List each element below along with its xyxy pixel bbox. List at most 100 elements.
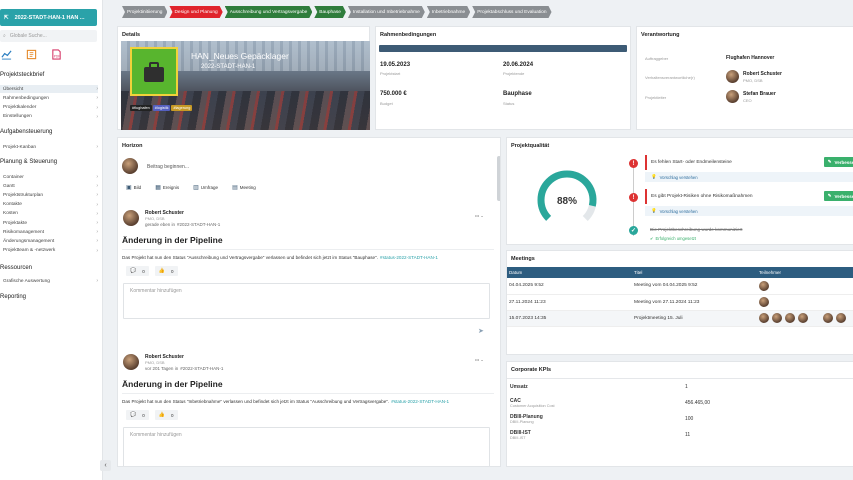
sidebar-item[interactable]: Kosten › xyxy=(0,210,98,218)
kpi-sub: DBIII-Planung xyxy=(510,420,534,424)
project-switcher-button[interactable]: ⇱ 2022-STADT-HAN-1 HAN ... xyxy=(0,9,97,26)
comment-count: 0 xyxy=(142,268,145,274)
sidebar-item[interactable]: Projekt-Kanban › xyxy=(0,143,98,151)
section-planung-steuerung[interactable]: Planung & Steuerung xyxy=(0,159,57,165)
feed-scrollbar[interactable] xyxy=(497,156,500,201)
phase-step[interactable]: Design und Planung xyxy=(169,6,222,18)
kpis-divider xyxy=(507,378,853,379)
like-button[interactable]: 👍 0 xyxy=(154,410,178,420)
sidebar-item[interactable]: Kontakte › xyxy=(0,201,98,209)
collapse-sidebar-button[interactable]: ‹ xyxy=(100,460,111,471)
sidebar-item[interactable]: Rahmenbedingungen › xyxy=(0,94,98,102)
sidebar-item[interactable]: Risikomanagement › xyxy=(0,228,98,236)
post-action-poll[interactable]: ▥ Umfrage xyxy=(193,184,218,191)
chevron-right-icon: › xyxy=(96,229,98,236)
responsibility-name[interactable]: Robert Schuster xyxy=(743,71,782,77)
sidebar-item-label: Projektkalender xyxy=(3,105,37,111)
avatar[interactable] xyxy=(759,280,769,291)
sidebar-item[interactable]: Container › xyxy=(0,173,98,181)
section-reporting[interactable]: Reporting xyxy=(0,294,26,300)
comment-count-button[interactable]: 💬 0 xyxy=(126,266,149,276)
sidebar-item[interactable]: Grafische Auswertung › xyxy=(0,277,98,285)
quick-actions: PDF xyxy=(1,49,62,60)
responsibility-name[interactable]: Flughafen Hannover xyxy=(726,55,774,61)
phase-step[interactable]: Projektinitiierung xyxy=(122,6,167,18)
avatar[interactable] xyxy=(785,313,795,323)
post-action-meeting[interactable]: ▤ Meeting xyxy=(232,184,256,191)
post-project-link[interactable]: #2022-STADT-HAN-1 xyxy=(180,366,223,371)
phase-step[interactable]: Bauphase xyxy=(314,6,346,18)
comment-count-button[interactable]: 💬 0 xyxy=(126,410,149,420)
project-name: HAN_Neues Gepäcklager xyxy=(191,51,289,61)
sidebar-item-label: Projektstrukturplan xyxy=(3,192,43,198)
post-options-icon[interactable]: ••• ⌄ xyxy=(475,213,484,218)
project-tags: #flughafen #logistik #lagerung xyxy=(130,105,193,111)
external-link-icon: ⇱ xyxy=(4,14,9,21)
phase-step[interactable]: Inbetriebnahme xyxy=(427,6,470,18)
avatar[interactable] xyxy=(798,313,808,323)
suggestion-link[interactable]: 💡 Vorschlag verstehen xyxy=(645,172,853,182)
table-row[interactable]: 15.07.2023 14:35 Projektmeeting 15. Juli xyxy=(507,310,853,327)
improve-button[interactable]: ✎ Verbesse xyxy=(824,157,853,167)
check-icon: ✓ xyxy=(629,226,638,235)
table-row[interactable]: 04.04.2025 9:52 Meeting vom 04.04.2025 9:… xyxy=(507,278,853,295)
sidebar-item[interactable]: Einstellungen › xyxy=(0,113,98,121)
avatar xyxy=(123,354,139,370)
lightbulb-icon: 💡 xyxy=(651,208,657,213)
section-projektsteckbrief[interactable]: Projektsteckbrief xyxy=(0,72,44,78)
meetings-column-header[interactable]: Titel xyxy=(632,267,757,278)
horizon-feed-card: Horizon Beitrag beginnen... ▣ Bild ▦ Ereign… xyxy=(117,137,501,467)
project-tag[interactable]: #lagerung xyxy=(171,105,193,111)
structure-icon[interactable] xyxy=(26,49,37,60)
post-status-tag[interactable]: #status-2022-STADT-HAN-1 xyxy=(391,399,449,404)
meetings-column-header[interactable]: Teilnehmer xyxy=(757,267,853,278)
comment-input[interactable]: Kommentar hinzufügen xyxy=(123,283,490,319)
sidebar-item-label: Gantt xyxy=(3,183,15,189)
sidebar-item[interactable]: Projektteam & -netzwerk › xyxy=(0,247,98,255)
quality-issue-text: Es fehlen Start- oder Endmeilensteine xyxy=(651,160,732,165)
table-row[interactable]: 27.11.2024 11:23 Meeting vom 27.11.2024 1… xyxy=(507,294,853,311)
post-action-image[interactable]: ▣ Bild xyxy=(126,184,141,191)
meetings-column-header[interactable]: Datum xyxy=(507,267,632,278)
post-status-tag[interactable]: #status-2022-STADT-HAN-1 xyxy=(380,255,438,260)
post-options-icon[interactable]: ••• ⌄ xyxy=(475,357,484,362)
corporate-kpis-card: Corporate KPIs Umsatz 1 CAC Customer Acquis… xyxy=(506,361,853,467)
chart-icon[interactable] xyxy=(1,49,12,60)
post-project-link[interactable]: #2022-STADT-HAN-1 xyxy=(177,222,220,227)
pdf-icon[interactable]: PDF xyxy=(51,49,62,60)
sidebar-item[interactable]: Gantt › xyxy=(0,182,98,190)
suggestion-link[interactable]: 💡 Vorschlag verstehen xyxy=(645,206,853,216)
project-tag[interactable]: #logistik xyxy=(152,105,171,111)
comment-input[interactable]: Kommentar hinzufügen xyxy=(123,427,490,466)
calendar-icon: ▦ xyxy=(155,185,161,191)
send-icon[interactable]: ➤ xyxy=(478,327,484,335)
avatar[interactable] xyxy=(759,297,769,307)
sidebar-item[interactable]: Projektakte › xyxy=(0,219,98,227)
like-button[interactable]: 👍 0 xyxy=(154,266,178,276)
phase-step[interactable]: Ausschreibung und Vertragsvergabe xyxy=(225,6,313,18)
responsibility-role: Verhaltensverantwortliche(r) xyxy=(645,75,695,80)
phase-step[interactable]: Projektabschluss und Evaluation xyxy=(472,6,551,18)
section-aufgabensteuerung[interactable]: Aufgabensteuerung xyxy=(0,129,52,135)
new-post-input[interactable]: Beitrag beginnen... xyxy=(147,164,189,170)
phase-label: Inbetriebnahme xyxy=(431,9,466,15)
avatar[interactable] xyxy=(836,313,846,323)
section-ressourcen[interactable]: Ressourcen xyxy=(0,265,32,271)
post-meta: gerade eben in #2022-STADT-HAN-1 xyxy=(145,222,220,227)
sidebar-item[interactable]: Änderungsmanagement › xyxy=(0,237,98,245)
project-progress-bar xyxy=(379,45,627,52)
sidebar-item[interactable]: Projektstrukturplan › xyxy=(0,191,98,199)
post-action-calendar[interactable]: ▦ Ereignis xyxy=(155,184,179,191)
sidebar-item[interactable]: Übersicht › xyxy=(0,85,98,93)
like-count: 0 xyxy=(170,412,174,418)
avatar[interactable] xyxy=(823,313,833,323)
project-tag[interactable]: #flughafen xyxy=(130,105,152,111)
improve-button[interactable]: ✎ Verbesse xyxy=(824,191,853,201)
responsibility-name[interactable]: Stefan Brauer xyxy=(743,91,776,97)
phase-step[interactable]: Installation und Inbetriebnahme xyxy=(348,6,425,18)
sidebar-item-label: Kontakte xyxy=(3,202,22,208)
sidebar-item[interactable]: Projektkalender › xyxy=(0,104,98,112)
avatar[interactable] xyxy=(759,313,769,323)
global-search-input[interactable]: ⌕ Globale Suche... xyxy=(0,30,97,42)
avatar[interactable] xyxy=(772,313,782,323)
